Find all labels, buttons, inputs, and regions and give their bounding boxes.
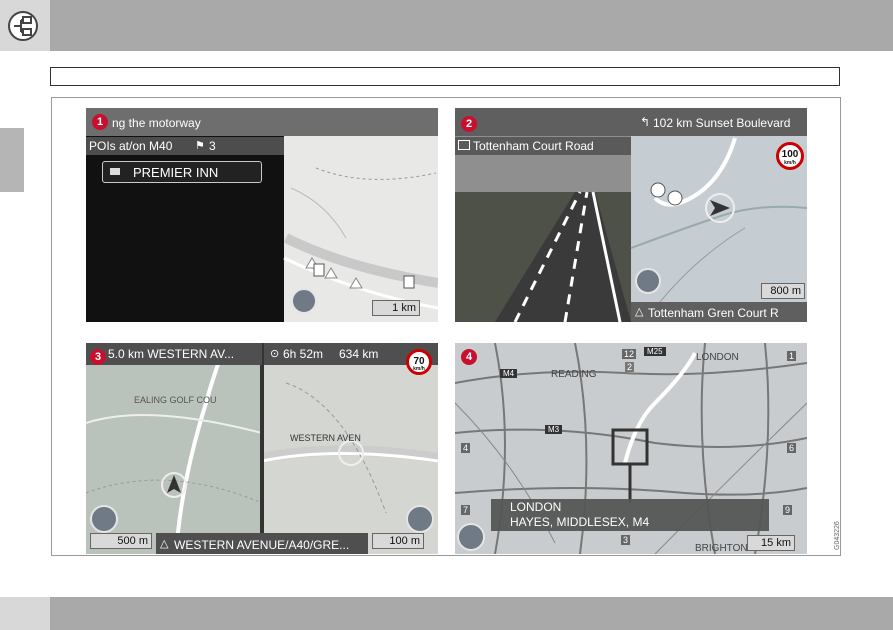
total-distance: 634 km bbox=[339, 347, 379, 361]
scale-bar: 15 km bbox=[747, 535, 795, 551]
bed-icon bbox=[110, 168, 120, 175]
destination-pin-icon: ⊙ bbox=[270, 348, 280, 360]
panel-1-badge: 1 bbox=[92, 114, 108, 130]
top-bar bbox=[0, 0, 893, 51]
road-shield-m3: M3 bbox=[545, 425, 563, 434]
compass-icon[interactable] bbox=[457, 523, 485, 551]
poi-item-premier-inn[interactable]: PREMIER INN bbox=[102, 161, 262, 183]
speed-unit: km/h bbox=[413, 366, 425, 372]
figure-reference-code: G043226 bbox=[834, 521, 841, 550]
compass-icon[interactable] bbox=[406, 505, 434, 533]
info-line-1: LONDON bbox=[510, 500, 562, 514]
road-shield-m4: M4 bbox=[500, 369, 518, 378]
menu-tree-icon[interactable] bbox=[8, 11, 38, 41]
compass-icon[interactable] bbox=[635, 268, 661, 294]
road-shield-m25: M25 bbox=[644, 347, 666, 356]
panel-1-poi-list: 1 ng the motorway POIs at/on M40 ⚑ 3 PRE… bbox=[86, 108, 438, 322]
map-label-western-ave: WESTERN AVEN bbox=[290, 433, 361, 443]
num-7: 7 bbox=[461, 505, 471, 515]
flag-icon: ⚑ bbox=[195, 140, 205, 152]
num-2: 2 bbox=[625, 362, 635, 372]
panel-3-map-svg bbox=[86, 343, 438, 554]
scale-bar-right: 100 m bbox=[372, 533, 424, 549]
warning-triangle-icon: △ bbox=[160, 538, 169, 550]
num-4: 4 bbox=[461, 443, 471, 453]
turn-arrow-icon: ↰ bbox=[640, 115, 651, 129]
compass-icon[interactable] bbox=[90, 505, 118, 533]
panel-3-badge: 3 bbox=[90, 349, 106, 365]
panel-1-title: ng the motorway bbox=[112, 116, 201, 130]
num-3: 3 bbox=[621, 535, 631, 545]
panel-3-split-map: 3 5.0 km WESTERN AV... ⊙ 6h 52m 634 km 7… bbox=[86, 343, 438, 554]
panel-4-badge: 4 bbox=[461, 349, 477, 365]
speed-unit: km/h bbox=[784, 160, 796, 166]
bottom-bar-left-block bbox=[0, 597, 50, 630]
poi-header: POIs at/on M40 bbox=[89, 139, 173, 153]
num-9: 9 bbox=[783, 505, 793, 515]
scale-bar: 800 m bbox=[761, 283, 805, 299]
road-sign-icon bbox=[458, 140, 470, 150]
scale-bar-left: 500 m bbox=[90, 533, 152, 549]
bottom-bar bbox=[0, 597, 893, 630]
bottom-street: Tottenham Gren Court R bbox=[648, 306, 779, 320]
speed-limit-sign: 70 km/h bbox=[406, 349, 432, 375]
next-turn-info: 5.0 km WESTERN AV... bbox=[108, 347, 235, 361]
map-label-golf: EALING GOLF COU bbox=[134, 395, 217, 405]
bottom-street: WESTERN AVENUE/A40/GRE... bbox=[174, 538, 350, 552]
panel-2-badge: 2 bbox=[461, 116, 477, 132]
num-12: 12 bbox=[622, 349, 637, 359]
scale-bar: 1 km bbox=[372, 300, 420, 316]
section-header-box bbox=[50, 67, 840, 86]
city-london: LONDON bbox=[696, 352, 739, 363]
next-turn-info: 102 km Sunset Boulevard bbox=[653, 116, 791, 130]
city-brighton: BRIGHTON bbox=[695, 543, 748, 554]
eta: 6h 52m bbox=[283, 347, 324, 361]
panel-2-3d-view: 2 ↰ 102 km Sunset Boulevard Tottenham Co… bbox=[455, 108, 807, 322]
num-1: 1 bbox=[787, 351, 797, 361]
speed-limit-sign: 100 km/h bbox=[776, 142, 804, 170]
road-name: Tottenham Court Road bbox=[473, 139, 594, 153]
panel-4-overview-map: 4 M25 M4 M3 READING LONDON BRIGHTON 12 1… bbox=[455, 343, 807, 554]
poi-count: 3 bbox=[209, 139, 216, 153]
info-line-2: HAYES, MIDDLESEX, M4 bbox=[510, 515, 650, 529]
warning-triangle-icon: △ bbox=[635, 306, 644, 318]
city-reading: READING bbox=[551, 369, 597, 380]
poi-item-label: PREMIER INN bbox=[133, 165, 219, 180]
chapter-side-tab bbox=[0, 128, 24, 192]
compass-icon[interactable] bbox=[291, 288, 317, 314]
num-6: 6 bbox=[787, 443, 797, 453]
